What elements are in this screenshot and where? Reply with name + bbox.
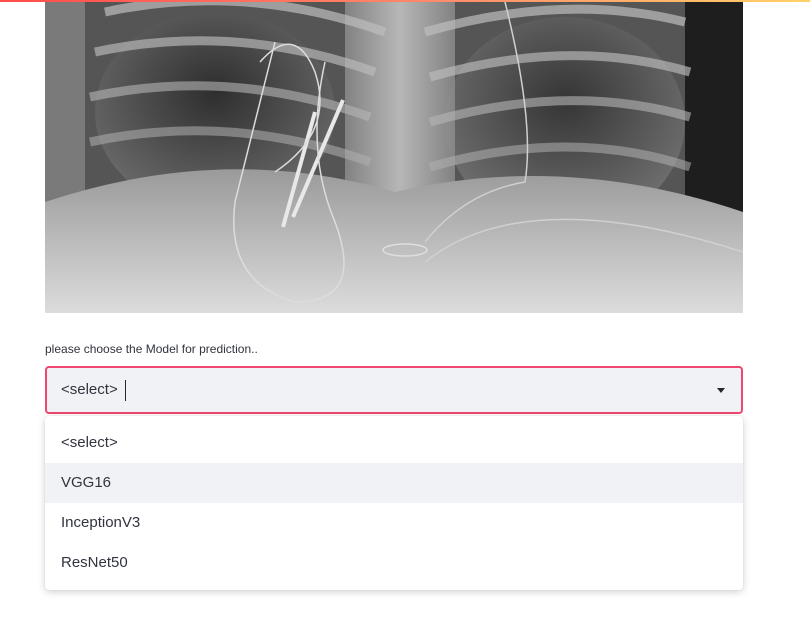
chest-xray-drawing xyxy=(45,2,743,313)
option-select-placeholder[interactable]: <select> xyxy=(45,423,743,463)
option-inceptionv3[interactable]: InceptionV3 xyxy=(45,503,743,543)
model-select-value[interactable]: <select> xyxy=(61,381,118,398)
model-select-label: please choose the Model for prediction.. xyxy=(45,342,258,356)
text-cursor xyxy=(125,380,126,401)
model-select[interactable]: <select> xyxy=(45,366,743,414)
chevron-down-icon[interactable] xyxy=(717,388,725,393)
model-options-list: <select> VGG16 InceptionV3 ResNet50 xyxy=(45,416,743,590)
option-resnet50[interactable]: ResNet50 xyxy=(45,543,743,583)
option-vgg16[interactable]: VGG16 xyxy=(45,463,743,503)
chest-xray-image xyxy=(45,2,743,313)
